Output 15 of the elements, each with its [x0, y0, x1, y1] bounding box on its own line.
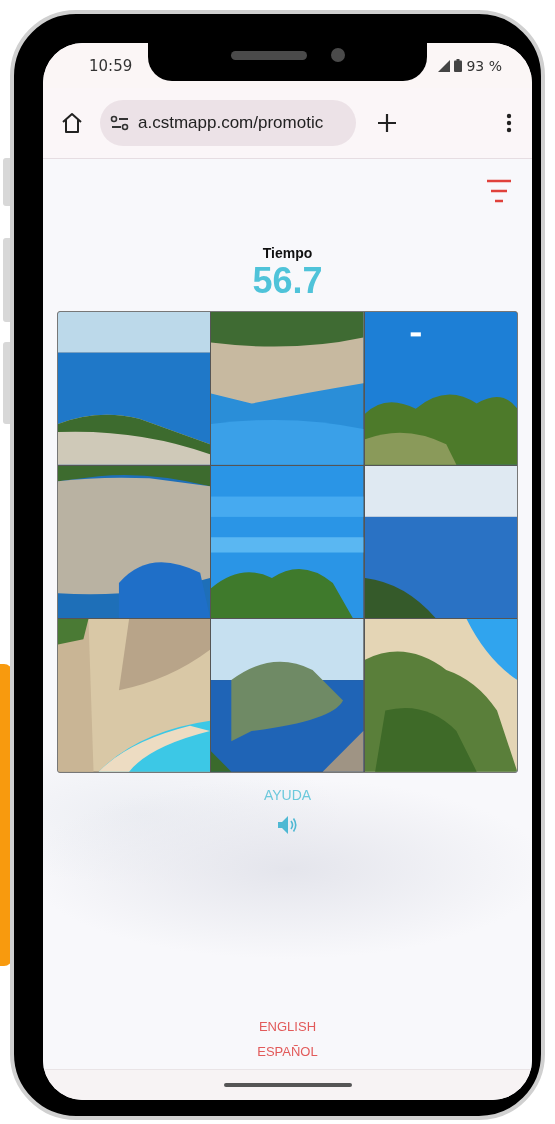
address-bar[interactable]: a.cstmapp.com/promotic: [100, 100, 356, 146]
language-link[interactable]: ESPAÑOL: [257, 1044, 318, 1059]
tune-icon[interactable]: [110, 115, 130, 131]
camera: [330, 48, 345, 62]
more-icon[interactable]: [506, 113, 512, 133]
timer-label: Tiempo: [262, 245, 313, 261]
menu-icon[interactable]: [486, 179, 512, 205]
timer-value: 56.7: [252, 261, 323, 301]
battery-level: 93 %: [466, 57, 502, 74]
new-tab-icon[interactable]: [377, 113, 397, 133]
signal-icon: [438, 59, 451, 72]
home-icon[interactable]: [60, 111, 84, 135]
battery-icon: [454, 59, 463, 72]
language-link[interactable]: ENGLISH: [258, 1019, 317, 1034]
status-time: 10:59: [89, 56, 133, 75]
